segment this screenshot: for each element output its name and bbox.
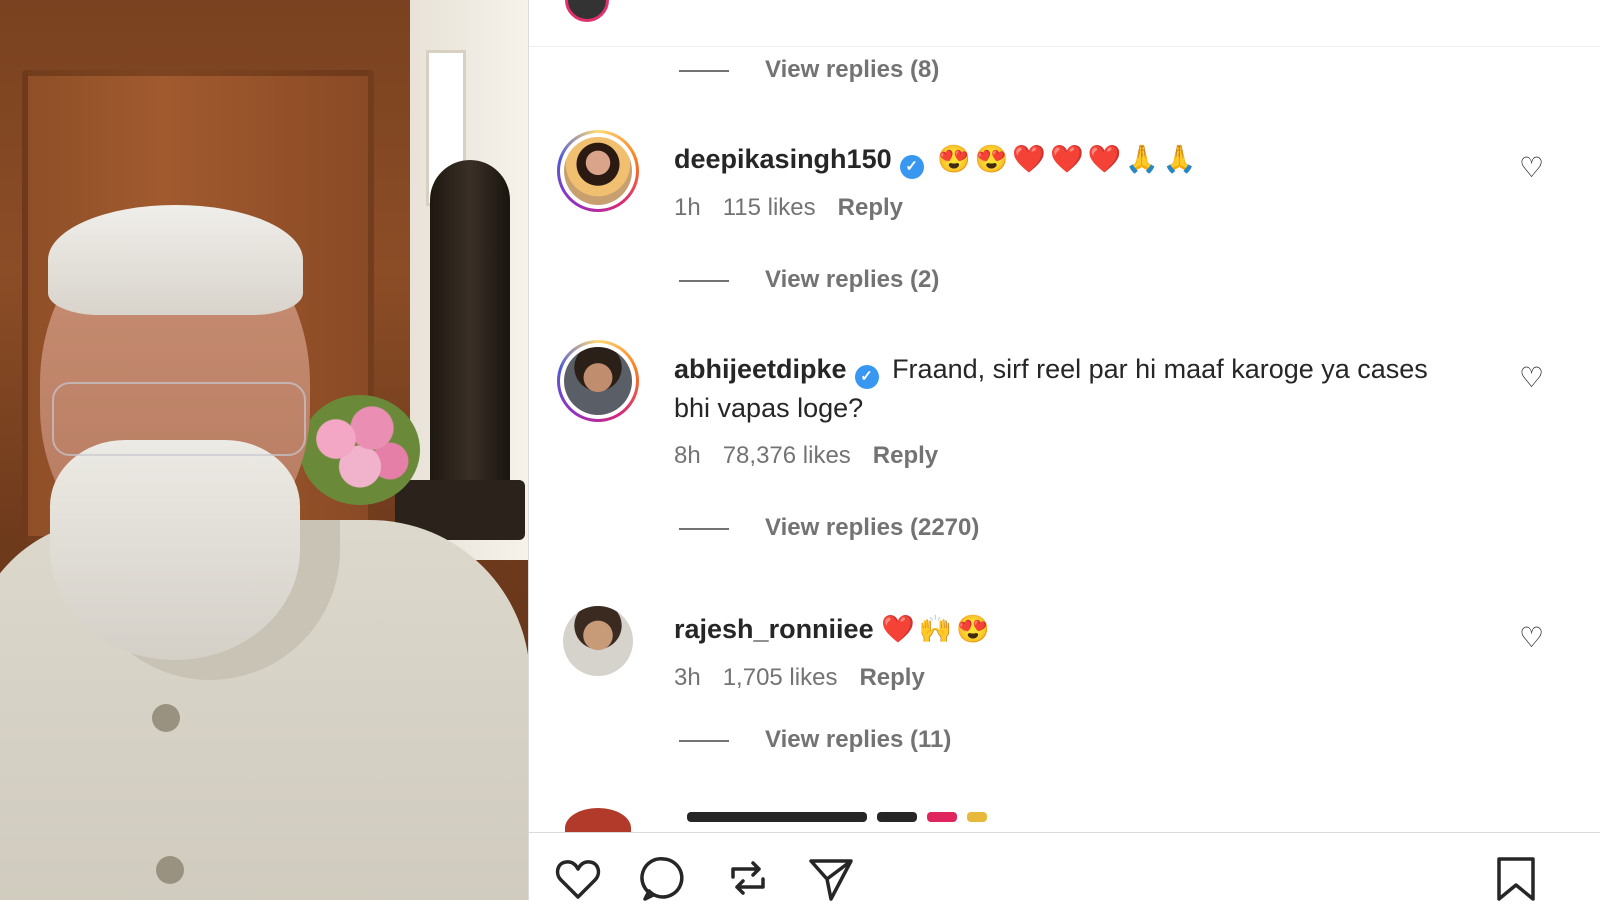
comment-body: rajesh_ronniiee ❤️🙌😍 <box>674 610 1464 649</box>
reply-button[interactable]: Reply <box>838 194 903 221</box>
jacket-button <box>156 856 184 884</box>
comment-text: ❤️🙌😍 <box>881 614 994 644</box>
view-replies-button[interactable]: View replies (8) <box>679 56 939 84</box>
comment-username[interactable]: rajesh_ronniiee <box>674 614 874 644</box>
person-hair <box>48 205 303 315</box>
comment-meta: 1h 115 likes Reply <box>674 194 925 222</box>
divider-line <box>679 527 729 530</box>
verified-badge-icon: ✓ <box>899 155 924 179</box>
divider-line <box>679 739 729 742</box>
heart-icon[interactable] <box>553 853 603 903</box>
avatar[interactable] <box>563 606 633 676</box>
view-replies-label: View replies (2270) <box>765 514 980 541</box>
person-glasses <box>52 382 306 456</box>
jacket-button <box>152 704 180 732</box>
comment-time: 1h <box>674 194 701 221</box>
comment-username[interactable]: deepikasingh150 <box>674 144 892 174</box>
comment-likes[interactable]: 1,705 likes <box>723 664 838 691</box>
reply-button[interactable]: Reply <box>873 442 938 469</box>
divider <box>529 46 1600 47</box>
divider-line <box>679 279 729 282</box>
comment-likes[interactable]: 115 likes <box>723 194 816 221</box>
share-icon[interactable] <box>805 853 855 903</box>
like-comment-heart-icon[interactable]: ♡ <box>1519 624 1544 652</box>
avatar[interactable] <box>557 130 639 212</box>
comment-username[interactable]: abhijeetdipke <box>674 354 847 384</box>
person-beard <box>50 440 300 660</box>
statue <box>430 160 510 500</box>
comment-meta: 8h 78,376 likes Reply <box>674 442 960 470</box>
comment-text: 😍😍❤️❤️❤️🙏🙏 <box>937 144 1201 174</box>
comments-panel[interactable]: View replies (8) deepikasingh150 ✓ 😍😍❤️❤️… <box>528 0 1600 901</box>
view-replies-button[interactable]: View replies (2270) <box>679 514 979 542</box>
view-replies-button[interactable]: View replies (2) <box>679 266 939 294</box>
comment-meta: 3h 1,705 likes Reply <box>674 664 947 692</box>
comment-time: 3h <box>674 664 701 691</box>
action-bar <box>529 832 1600 901</box>
view-replies-label: View replies (11) <box>765 726 952 753</box>
comment-cutoff <box>687 812 1087 826</box>
verified-badge-icon: ✓ <box>854 365 879 389</box>
reply-button[interactable]: Reply <box>859 664 924 691</box>
comment-body: abhijeetdipke ✓ Fraand, sirf reel par hi … <box>674 350 1464 428</box>
view-replies-label: View replies (2) <box>765 266 940 293</box>
flowers <box>300 395 420 505</box>
avatar[interactable] <box>557 340 639 422</box>
comment-body: deepikasingh150 ✓ 😍😍❤️❤️❤️🙏🙏 <box>674 140 1464 179</box>
comment-time: 8h <box>674 442 701 469</box>
repost-icon[interactable] <box>723 853 773 903</box>
divider-line <box>679 69 729 72</box>
like-comment-heart-icon[interactable]: ♡ <box>1519 364 1544 392</box>
comment-icon[interactable] <box>639 853 689 903</box>
view-replies-label: View replies (8) <box>765 56 940 83</box>
avatar[interactable] <box>565 0 609 22</box>
view-replies-button[interactable]: View replies (11) <box>679 726 951 754</box>
comment-likes[interactable]: 78,376 likes <box>723 442 851 469</box>
bookmark-icon[interactable] <box>1491 853 1541 903</box>
like-comment-heart-icon[interactable]: ♡ <box>1519 154 1544 182</box>
reel-video[interactable] <box>0 0 528 900</box>
